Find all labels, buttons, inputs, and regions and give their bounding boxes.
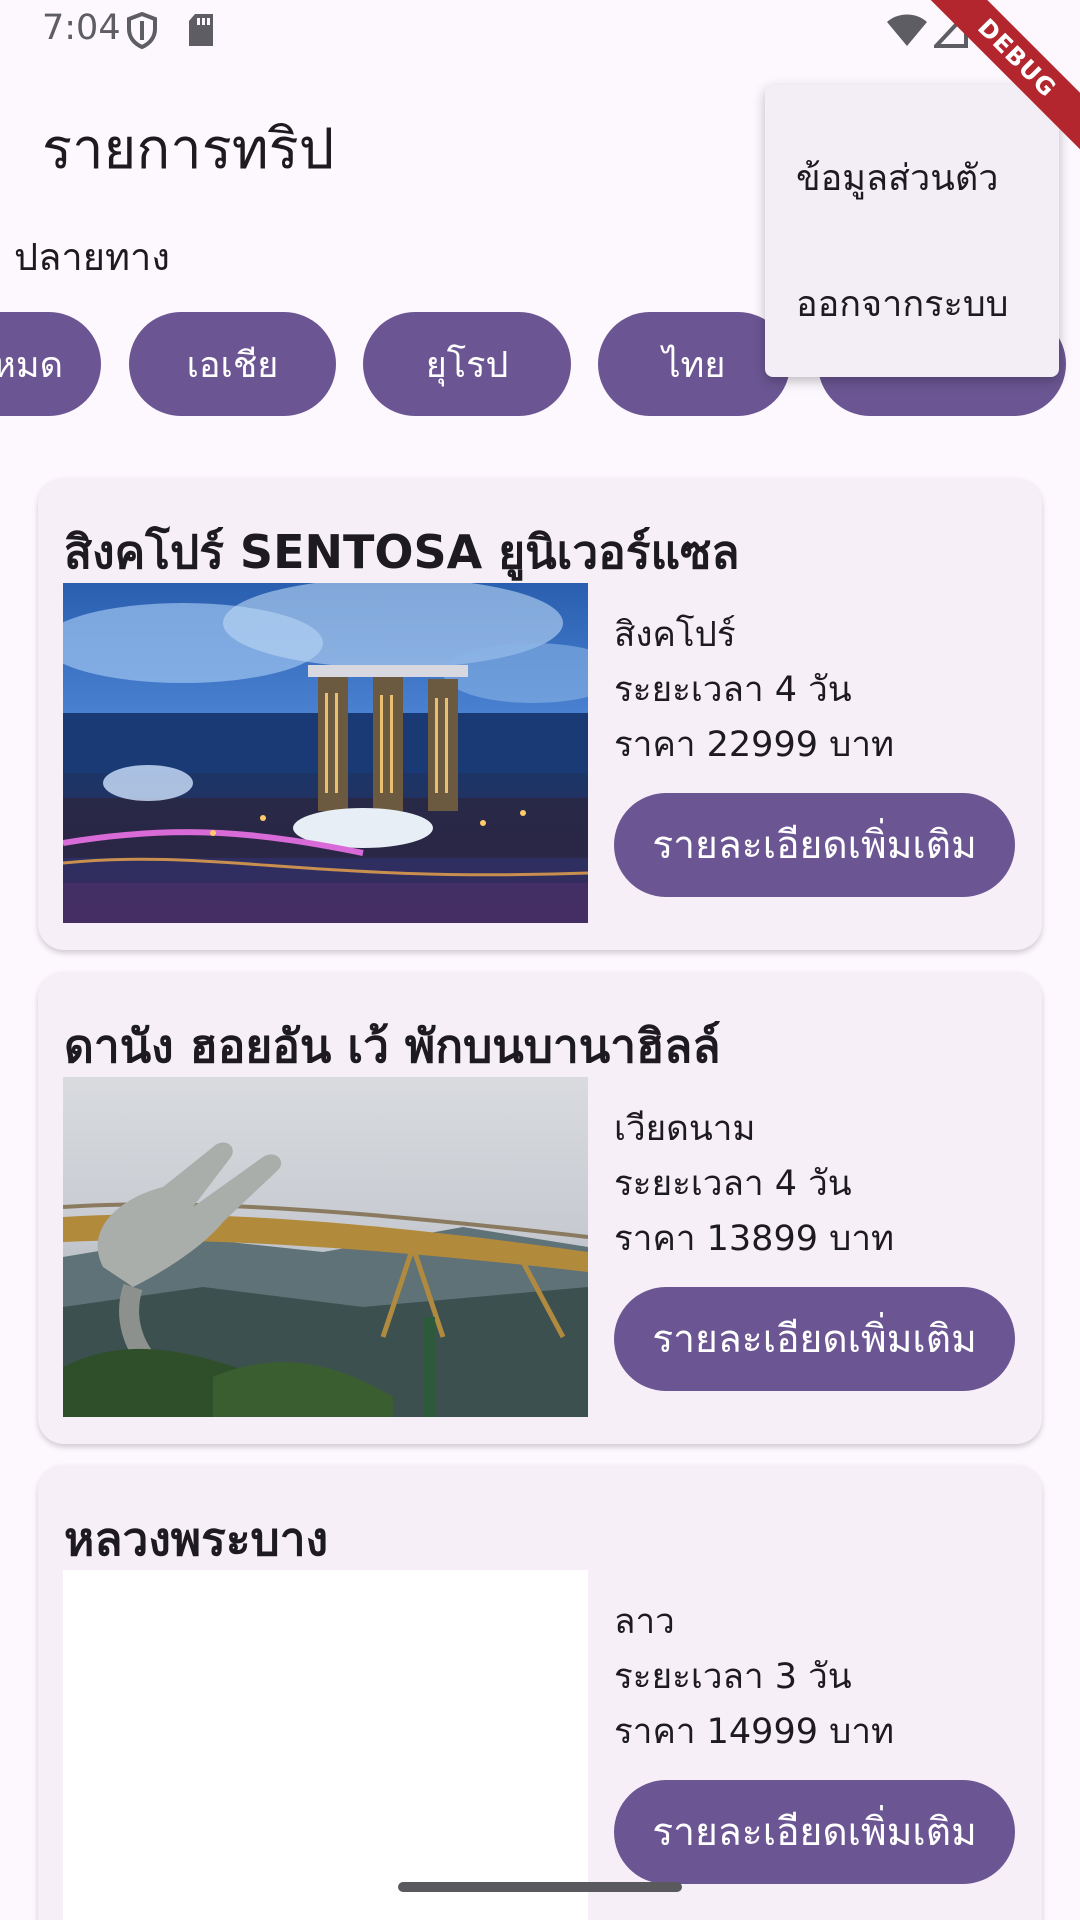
filter-label: ปลายทาง [14, 235, 170, 279]
status-time: 7:04 [42, 8, 121, 48]
filter-chip-europe[interactable]: ยุโรป [363, 312, 571, 416]
trip-price: ราคา 22999 บาท [614, 725, 895, 765]
more-details-button[interactable]: รายละเอียดเพิ่มเติม [614, 1780, 1015, 1884]
page-title: รายการทริป [42, 117, 335, 182]
trip-country: สิงคโปร์ [614, 615, 736, 655]
more-details-button[interactable]: รายละเอียดเพิ่มเติม [614, 793, 1015, 897]
trip-card: สิงคโปร์ SENTOSA ยูนิเวอร์แซล สิงคโปร์ ร… [38, 478, 1042, 950]
filter-chip-thai[interactable]: ไทย [598, 312, 790, 416]
trip-duration: ระยะเวลา 3 วัน [614, 1657, 852, 1697]
wifi-icon [886, 12, 928, 52]
more-details-button[interactable]: รายละเอียดเพิ่มเติม [614, 1287, 1015, 1391]
filter-chip-asia[interactable]: เอเชีย [129, 312, 336, 416]
trip-image-singapore [63, 583, 588, 923]
menu-item-profile[interactable]: ข้อมูลส่วนตัว [796, 149, 998, 206]
trip-duration: ระยะเวลา 4 วัน [614, 670, 852, 710]
trip-card: ดานัง ฮอยอัน เว้ พักบนบานาฮิลล์ เวียดนาม… [38, 972, 1042, 1444]
trip-title: สิงคโปร์ SENTOSA ยูนิเวอร์แซล [64, 525, 740, 579]
trip-price: ราคา 14999 บาท [614, 1712, 895, 1752]
shield-icon [126, 11, 158, 54]
trip-card: หลวงพระบาง ลาว ระยะเวลา 3 วัน ราคา 14999… [38, 1465, 1042, 1920]
status-bar: 7:04 [0, 0, 1080, 62]
trip-image-placeholder [63, 1570, 588, 1920]
trip-info: สิงคโปร์ ระยะเวลา 4 วัน ราคา 22999 บาท [614, 608, 894, 773]
menu-item-logout[interactable]: ออกจากระบบ [796, 275, 1009, 332]
screen: 7:04 DEBUG รายการทริป ปลายทาง ทั้งหมด เอ… [0, 0, 1080, 1920]
trip-price: ราคา 13899 บาท [614, 1219, 895, 1259]
trip-country: ลาว [614, 1602, 675, 1642]
sd-card-icon [186, 12, 216, 52]
home-gesture-handle[interactable] [398, 1882, 682, 1892]
trip-country: เวียดนาม [614, 1109, 756, 1149]
trip-title: หลวงพระบาง [64, 1512, 329, 1566]
trip-info: เวียดนาม ระยะเวลา 4 วัน ราคา 13899 บาท [614, 1102, 894, 1267]
trip-info: ลาว ระยะเวลา 3 วัน ราคา 14999 บาท [614, 1595, 894, 1760]
trip-duration: ระยะเวลา 4 วัน [614, 1164, 852, 1204]
trip-image-golden-bridge [63, 1077, 588, 1417]
trip-title: ดานัง ฮอยอัน เว้ พักบนบานาฮิลล์ [64, 1019, 721, 1073]
overflow-menu: ข้อมูลส่วนตัว ออกจากระบบ [765, 85, 1059, 377]
filter-chip-all[interactable]: ทั้งหมด [0, 312, 101, 416]
